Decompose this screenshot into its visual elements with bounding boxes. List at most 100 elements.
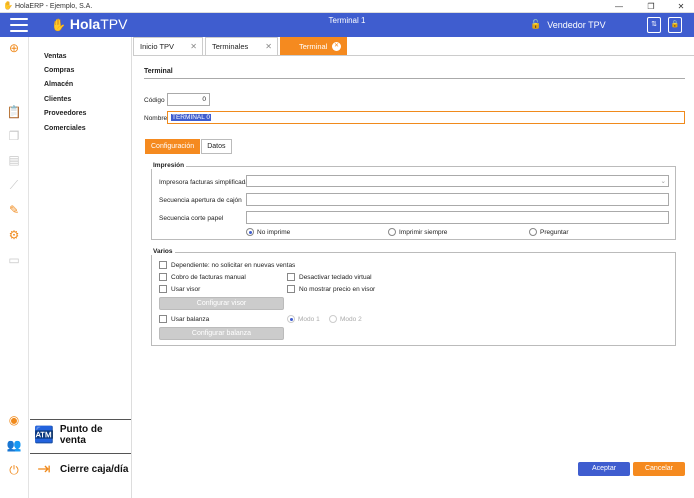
- impresora-label: Impresora facturas simplificadas: [159, 179, 253, 186]
- nombre-field[interactable]: TERMINAL 0: [167, 111, 685, 124]
- menu-item-clientes[interactable]: Clientes: [44, 96, 71, 103]
- check-usar-visor[interactable]: Usar visor: [159, 285, 200, 293]
- menu-item-comerciales[interactable]: Comerciales: [44, 125, 86, 132]
- user-circle-icon[interactable]: ◉: [6, 412, 22, 428]
- exchange-icon[interactable]: ⇅: [647, 17, 661, 33]
- configurar-balanza-button[interactable]: Configurar balanza: [159, 327, 284, 340]
- main-content: Terminal Código 0 Nombre TERMINAL 0 Conf…: [133, 55, 694, 498]
- radio-modo-1[interactable]: Modo 1: [287, 315, 320, 323]
- divider: [144, 78, 685, 79]
- menu-item-almacen[interactable]: Almacén: [44, 81, 73, 88]
- check-label: Cobro de facturas manual: [171, 273, 246, 281]
- checkbox: [159, 261, 167, 269]
- secuencia-apertura-label: Secuencia apertura de cajón: [159, 197, 242, 204]
- radio-modo-2[interactable]: Modo 2: [329, 315, 362, 323]
- checkbox: [159, 285, 167, 293]
- icon-sidebar: ⊕ 📋 ❐ ▤ ⟋ ✎ ⚙ ▭ ◉ 👥 ⏻: [0, 37, 29, 498]
- check-label: No mostrar precio en visor: [299, 285, 376, 293]
- aceptar-button[interactable]: Aceptar: [578, 462, 630, 476]
- app-logo-icon: ✋: [3, 1, 13, 10]
- configurar-visor-button[interactable]: Configurar visor: [159, 297, 284, 310]
- tab-inicio-tpv[interactable]: Inicio TPV ✕: [133, 37, 203, 55]
- lock-icon[interactable]: 🔒: [668, 17, 682, 33]
- close-tab-icon[interactable]: ✕: [265, 42, 272, 51]
- check-label: Dependiente: no solicitar en nuevas vent…: [171, 261, 296, 269]
- impresion-group: Impresión Impresora facturas simplificad…: [151, 162, 676, 240]
- close-tab-icon[interactable]: ✕: [190, 42, 197, 51]
- close-window-button[interactable]: ✕: [668, 0, 694, 13]
- documents-icon[interactable]: ❐: [6, 128, 22, 144]
- settings-gear-icon[interactable]: ⚙: [6, 227, 22, 243]
- unlock-icon: 🔓: [530, 19, 542, 29]
- radio-label: Imprimir siempre: [399, 228, 448, 236]
- nombre-value: TERMINAL 0: [171, 114, 212, 121]
- radio-dot: [329, 315, 337, 323]
- punto-de-venta-button[interactable]: 🏧 Punto de venta: [30, 419, 131, 450]
- main-menu: Ventas Compras Almacén Clientes Proveedo…: [30, 37, 132, 498]
- seller-info[interactable]: 🔓 Vendedor TPV: [530, 19, 606, 30]
- section-title: Terminal: [144, 68, 173, 75]
- nombre-label: Nombre: [144, 115, 168, 122]
- power-icon[interactable]: ⏻: [6, 462, 22, 478]
- menu-item-proveedores[interactable]: Proveedores: [44, 110, 86, 117]
- close-tab-icon[interactable]: ✕: [332, 42, 341, 51]
- impresora-select[interactable]: ⌄: [246, 175, 669, 187]
- book-icon[interactable]: ▤: [6, 152, 22, 168]
- radio-label: Modo 2: [340, 315, 362, 323]
- punto-de-venta-label: Punto de venta: [59, 424, 103, 446]
- checkbox: [287, 285, 295, 293]
- radio-dot: [529, 228, 537, 236]
- secuencia-corte-field[interactable]: [246, 211, 669, 224]
- checkbox: [159, 315, 167, 323]
- check-usar-balanza[interactable]: Usar balanza: [159, 315, 209, 323]
- checkbox: [159, 273, 167, 281]
- codigo-field[interactable]: 0: [167, 93, 210, 106]
- radio-preguntar[interactable]: Preguntar: [529, 228, 569, 236]
- users-icon[interactable]: 👥: [6, 437, 22, 453]
- impresion-legend: Impresión: [151, 162, 187, 169]
- secuencia-apertura-field[interactable]: [246, 193, 669, 206]
- cierre-caja-label: Cierre caja/día: [60, 463, 129, 475]
- monitor-icon[interactable]: ▭: [6, 252, 22, 268]
- check-label: Desactivar teclado virtual: [299, 273, 372, 281]
- tab-terminales[interactable]: Terminales ✕: [205, 37, 278, 55]
- radio-imprimir-siempre[interactable]: Imprimir siempre: [388, 228, 447, 236]
- app-header: ✋ HolaTPV Terminal 1 🔓 Vendedor TPV ⇅ 🔒: [0, 13, 694, 37]
- restore-button[interactable]: ❐: [638, 0, 664, 13]
- cash-register-icon: 🏧: [33, 427, 54, 444]
- check-no-mostrar-precio[interactable]: No mostrar precio en visor: [287, 285, 375, 293]
- radio-label: No imprime: [257, 228, 291, 236]
- subtab-configuracion[interactable]: Configuración: [145, 139, 201, 154]
- minimize-button[interactable]: —: [606, 0, 632, 13]
- chart-icon[interactable]: ⟋: [6, 177, 22, 193]
- tab-label: Inicio TPV: [140, 42, 175, 51]
- subtab-bar: Configuración Datos: [145, 139, 233, 154]
- tools-icon[interactable]: ✎: [6, 202, 22, 218]
- subtab-datos[interactable]: Datos: [201, 139, 232, 154]
- radio-no-imprime[interactable]: No imprime: [246, 228, 290, 236]
- tab-bar: Inicio TPV ✕ Terminales ✕ Terminal ✕: [133, 37, 349, 55]
- radio-dot: [246, 228, 254, 236]
- cancelar-button[interactable]: Cancelar: [633, 462, 685, 476]
- chevron-down-icon: ⌄: [660, 178, 666, 185]
- tab-terminal[interactable]: Terminal ✕: [280, 37, 347, 55]
- tab-label: Terminales: [212, 42, 249, 51]
- check-label: Usar balanza: [171, 315, 210, 323]
- add-circle-icon[interactable]: ⊕: [6, 40, 22, 56]
- check-dependiente[interactable]: Dependiente: no solicitar en nuevas vent…: [159, 261, 295, 269]
- radio-label: Modo 1: [298, 315, 320, 323]
- exit-arrow-icon: ⇥: [37, 461, 51, 478]
- varios-group: Varios Dependiente: no solicitar en nuev…: [151, 248, 676, 346]
- check-label: Usar visor: [171, 285, 201, 293]
- menu-item-compras[interactable]: Compras: [44, 67, 74, 74]
- secuencia-corte-label: Secuencia corte papel: [159, 215, 224, 222]
- cierre-caja-button[interactable]: ⇥ Cierre caja/día: [30, 453, 131, 484]
- radio-label: Preguntar: [540, 228, 569, 236]
- window-title: HolaERP - Ejemplo, S.A.: [15, 2, 93, 10]
- menu-item-ventas[interactable]: Ventas: [44, 53, 67, 60]
- radio-dot: [287, 315, 295, 323]
- check-desactivar-teclado[interactable]: Desactivar teclado virtual: [287, 273, 372, 281]
- check-cobro-manual[interactable]: Cobro de facturas manual: [159, 273, 246, 281]
- clipboard-icon[interactable]: 📋: [6, 104, 22, 120]
- window-titlebar: ✋ HolaERP - Ejemplo, S.A. — ❐ ✕: [0, 0, 694, 13]
